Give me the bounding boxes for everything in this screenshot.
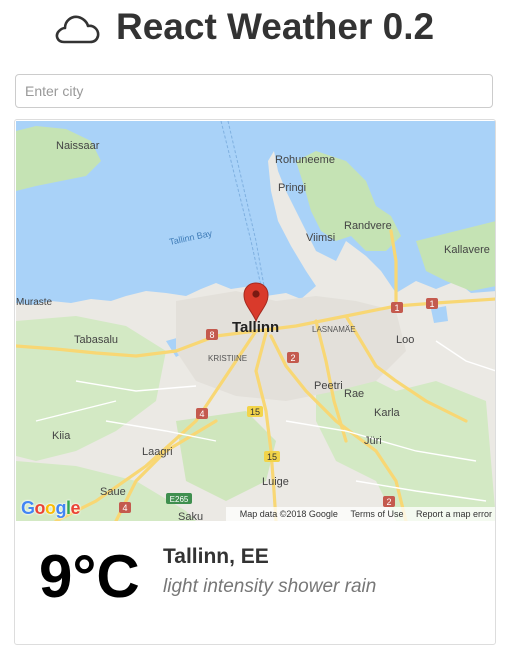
svg-text:1: 1 <box>429 299 434 309</box>
map-label-laagri: Laagri <box>142 446 173 458</box>
map-label-naissaar: Naissaar <box>56 140 100 152</box>
map-label-kiia: Kiia <box>52 430 71 442</box>
svg-text:2: 2 <box>290 353 295 363</box>
svg-text:8: 8 <box>209 330 214 340</box>
svg-text:4: 4 <box>122 503 127 513</box>
map-road-shield: 15 <box>264 451 280 462</box>
map-label-kallavere: Kallavere <box>444 244 490 256</box>
weather-description: light intensity shower rain <box>163 576 377 597</box>
svg-text:2: 2 <box>386 497 391 507</box>
map-road-shield: 2 <box>383 496 395 507</box>
temperature-value: 9°C <box>39 543 140 610</box>
map-label-randvere: Randvere <box>344 220 392 232</box>
map-road-shield: E265 <box>166 493 192 504</box>
svg-text:15: 15 <box>250 407 260 417</box>
map-label-saku: Saku <box>178 511 203 521</box>
map-road-shield: 1 <box>426 298 438 309</box>
google-logo: Google <box>21 498 81 518</box>
map-attribution: Map data ©2018 Google Terms of Use Repor… <box>225 507 495 521</box>
cloud-icon <box>55 15 100 44</box>
map-road-shield: 15 <box>247 406 263 417</box>
city-search-input[interactable] <box>15 74 493 108</box>
map-label-loo: Loo <box>396 334 414 346</box>
map-road-shield: 4 <box>119 502 131 513</box>
map-label-juri: Jüri <box>364 435 382 447</box>
map-label-muraste: Muraste <box>16 297 53 308</box>
map-label-pringi: Pringi <box>278 182 306 194</box>
map-label-kristiine: KRISTIINE <box>208 354 247 363</box>
svg-text:4: 4 <box>199 409 204 419</box>
weather-card: 1 1 8 2 4 15 15 E265 4 2 Naissaar Rohune… <box>14 119 496 645</box>
map-label-peetri: Peetri <box>314 380 343 392</box>
map-road-shield: 8 <box>206 329 218 340</box>
city-map[interactable]: 1 1 8 2 4 15 15 E265 4 2 Naissaar Rohune… <box>16 121 495 521</box>
app-title: React Weather 0.2 <box>116 6 435 47</box>
map-label-viimsi: Viimsi <box>306 232 335 244</box>
location-name: Tallinn, EE <box>163 545 269 568</box>
map-road-shield: 1 <box>391 302 403 313</box>
map-label-lasnamae: LASNAMÄE <box>312 325 356 334</box>
map-label-tallinn: Tallinn <box>232 319 279 336</box>
map-road-shield: 4 <box>196 408 208 419</box>
app-header: React Weather 0.2 <box>0 0 510 56</box>
svg-text:E265: E265 <box>170 495 189 504</box>
map-label-rohuneeme: Rohuneeme <box>275 154 335 166</box>
map-road-shield: 2 <box>287 352 299 363</box>
map-label-tabasalu: Tabasalu <box>74 334 118 346</box>
map-label-luige: Luige <box>262 476 289 488</box>
map-label-karla: Karla <box>374 407 401 419</box>
terms-of-use-link[interactable]: Terms of Use <box>350 509 403 519</box>
map-data-credit: Map data ©2018 Google <box>239 509 338 519</box>
report-map-error-link[interactable]: Report a map error <box>416 509 492 519</box>
svg-text:1: 1 <box>394 303 399 313</box>
map-label-saue: Saue <box>100 486 126 498</box>
map-label-rae: Rae <box>344 388 364 400</box>
svg-text:15: 15 <box>267 452 277 462</box>
